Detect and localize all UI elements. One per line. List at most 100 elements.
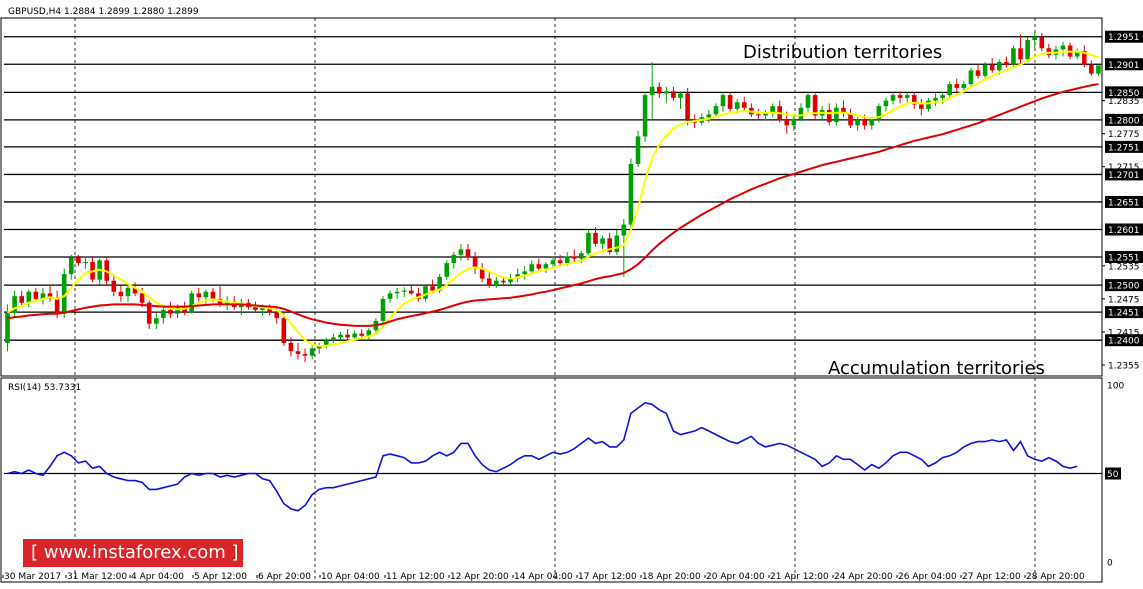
candle-body — [642, 95, 648, 137]
accumulation-annotation: Accumulation territories — [828, 358, 1045, 379]
candle-body — [826, 109, 832, 123]
candle-body — [494, 280, 499, 286]
price-tick-label: 1.2500 — [1108, 282, 1140, 292]
candle-body — [302, 353, 308, 356]
time-tick-label: 6 Apr 20:00 — [258, 572, 311, 582]
candle-body — [543, 264, 549, 269]
candle-body — [919, 104, 924, 109]
candle-body — [196, 293, 202, 298]
time-tick-label: 5 Apr 12:00 — [194, 572, 247, 582]
time-tick-label: 31 Mar 12:00 — [67, 572, 127, 582]
candle-body — [430, 286, 435, 291]
candle-body — [628, 163, 634, 225]
time-tick-label: 4 Apr 04:00 — [131, 572, 184, 582]
candle-body — [309, 348, 315, 356]
candle-body — [947, 84, 952, 96]
candle-body — [125, 287, 131, 297]
candle-body — [720, 95, 726, 107]
candle-body — [111, 280, 117, 292]
symbol-header: GBPUSD,H4 1.2884 1.2899 1.2880 1.2899 — [8, 7, 199, 17]
candle-body — [989, 64, 995, 71]
price-tick-label: 1.2535 — [1108, 262, 1140, 272]
price-tick-label: 1.2901 — [1108, 61, 1140, 71]
price-tick-label: 1.2451 — [1108, 309, 1140, 319]
candle-body — [664, 91, 669, 94]
candle-body — [550, 260, 556, 265]
rsi-tick-label: 0 — [1107, 559, 1113, 569]
candle-body — [678, 93, 683, 98]
price-tick-label: 1.2751 — [1108, 143, 1140, 153]
candle-body — [996, 62, 1002, 71]
candle-body — [933, 97, 938, 101]
time-tick-label: 21 Apr 12:00 — [770, 572, 829, 582]
time-tick-label: 20 Apr 04:00 — [706, 572, 765, 582]
chart-window: 1.2951 1.2901 1.2850 1.2835 1.2800 1.2775 1.27… — [0, 0, 1143, 585]
candle-body — [380, 298, 386, 321]
candle-body — [338, 334, 343, 338]
candle-body — [805, 95, 811, 108]
candle-body — [288, 342, 294, 352]
candle-body — [345, 334, 350, 338]
price-tick-label: 1.2701 — [1108, 171, 1140, 181]
time-tick-label: 14 Apr 04:00 — [514, 572, 573, 582]
candle-body — [685, 93, 690, 120]
candle-body — [968, 70, 974, 85]
price-tick-label: 1.2775 — [1108, 130, 1140, 140]
candle-body — [203, 291, 209, 298]
candle-body — [734, 102, 740, 109]
candle-body — [486, 278, 492, 286]
candle-body — [855, 119, 860, 126]
candle-body — [961, 84, 967, 88]
candle-body — [784, 119, 790, 126]
time-tick-label: 11 Apr 12:00 — [386, 572, 445, 582]
price-tick-label: 1.2651 — [1108, 198, 1140, 208]
candle-body — [465, 249, 471, 258]
candle-body — [571, 256, 577, 259]
candle-body — [161, 309, 166, 319]
candle-body — [1025, 40, 1030, 60]
time-tick-label: 30 Mar 2017 — [4, 572, 61, 582]
candle-body — [1096, 65, 1101, 74]
candle-body — [883, 100, 889, 107]
candle-body — [671, 91, 676, 98]
price-tick-label: 1.2355 — [1108, 361, 1140, 371]
candle-body — [1039, 37, 1045, 49]
candle-body — [83, 261, 88, 264]
candle-body — [614, 235, 620, 253]
candle-body — [423, 286, 428, 299]
candle-body — [593, 232, 598, 244]
candle-body — [1089, 64, 1094, 74]
candle-body — [954, 84, 960, 88]
candle-body — [501, 280, 506, 283]
candle-body — [359, 333, 365, 336]
price-tick-label: 1.2601 — [1108, 226, 1140, 236]
candle-body — [975, 70, 981, 76]
candle-body — [536, 264, 542, 269]
time-tick-label: 12 Apr 20:00 — [450, 572, 509, 582]
time-tick-label: 18 Apr 20:00 — [642, 572, 701, 582]
price-tick-label: 1.2835 — [1108, 97, 1140, 107]
candle-body — [741, 102, 747, 108]
candle-body — [798, 107, 804, 119]
candle-body — [1004, 62, 1009, 65]
candle-body — [890, 95, 896, 101]
candle-body — [862, 119, 867, 126]
candle-body — [118, 291, 124, 297]
candle-body — [600, 238, 605, 244]
candle-body — [926, 100, 931, 109]
rsi-tick-label: 100 — [1107, 382, 1124, 392]
candle-body — [281, 318, 287, 343]
candle-body — [635, 136, 641, 164]
candle-body — [1060, 45, 1066, 50]
candle-body — [869, 119, 875, 126]
candle-body — [656, 86, 662, 94]
price-tick-label: 1.2951 — [1108, 33, 1140, 43]
time-tick-label: 24 Apr 20:00 — [834, 572, 893, 582]
candle-body — [940, 95, 945, 98]
candle-body — [529, 264, 535, 272]
candle-body — [1011, 48, 1016, 65]
time-tick-label: 27 Apr 12:00 — [962, 572, 1021, 582]
candle-body — [713, 106, 719, 115]
time-tick-label: 10 Apr 04:00 — [321, 572, 380, 582]
candle-body — [522, 271, 527, 275]
